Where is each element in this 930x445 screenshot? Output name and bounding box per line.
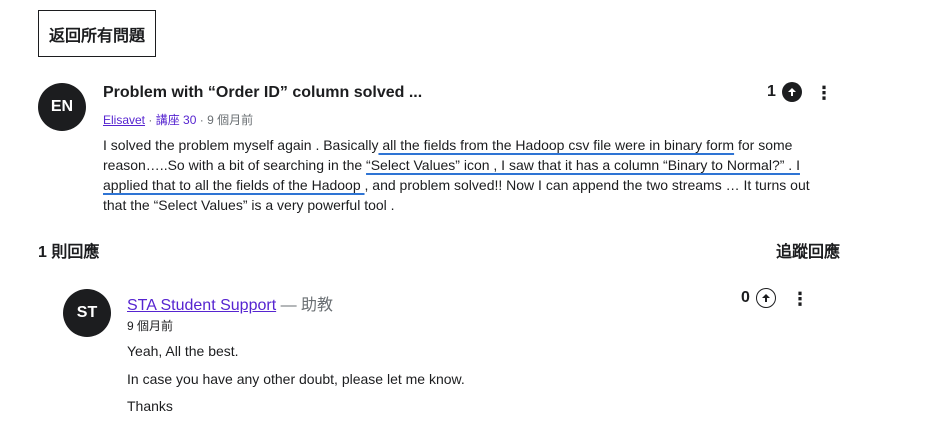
back-to-all-questions-button[interactable]: 返回所有問題 [38,10,156,57]
replies-count: 1 則回應 [38,244,100,261]
answer-author-avatar: ST [63,289,111,337]
lecture-link[interactable]: 講座 30 [156,113,197,127]
upvote-arrow-icon[interactable] [781,82,802,102]
question-body: I solved the problem myself again . Basi… [103,135,823,215]
answer-line: Yeah, All the best. [127,343,239,359]
question-vote: 1 [767,82,802,102]
question-author-avatar: EN [38,83,86,131]
answer-author: STA Student Support — 助教 [127,291,333,315]
question-meta: Elisavet · 講座 30 · 9 個月前 [103,111,253,128]
follow-replies-button[interactable]: 追蹤回應 [776,238,840,262]
question-author-link[interactable]: Elisavet [103,113,145,127]
highlighted-text: all the fields from the Hadoop csv file … [378,137,735,153]
question-title: Problem with “Order ID” column solved ..… [103,84,423,101]
answer-line: Thanks [127,398,173,414]
body-text: I solved the problem myself again . Basi… [103,137,379,153]
meta-separator: · [196,113,208,127]
question-more-options-icon[interactable]: ⋮ [815,83,833,103]
meta-separator: · [145,113,156,127]
answer-author-link[interactable]: STA Student Support [127,297,276,314]
answer-more-options-icon[interactable]: ⋮ [791,289,809,309]
answer-line: In case you have any other doubt, please… [127,371,465,387]
question-time: 9 個月前 [207,113,254,127]
answer-vote: 0 [741,288,776,308]
question-vote-count: 1 [767,83,776,100]
answer-author-role: — 助教 [276,297,334,314]
answer-time: 9 個月前 [127,319,174,333]
answer-vote-count: 0 [741,289,750,306]
upvote-arrow-icon[interactable] [755,288,776,308]
